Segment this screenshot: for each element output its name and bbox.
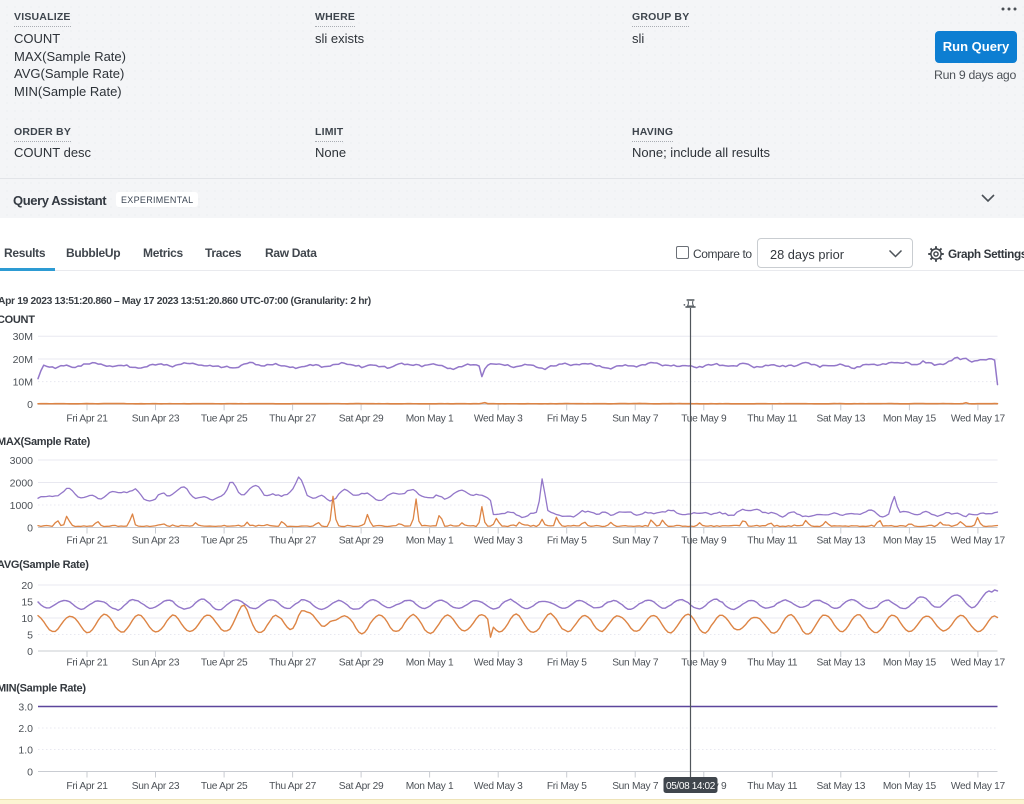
svg-text:Apr 19 2023 13:51:20.860 – May: Apr 19 2023 13:51:20.860 – May 17 2023 1…	[0, 296, 371, 307]
svg-text:Wed May 3: Wed May 3	[474, 536, 523, 547]
svg-text:MIN(Sample Rate): MIN(Sample Rate)	[0, 683, 86, 695]
svg-text:Fri Apr 21: Fri Apr 21	[66, 414, 108, 425]
svg-text:Fri May 5: Fri May 5	[547, 414, 587, 425]
svg-text:Sat May 13: Sat May 13	[817, 658, 866, 669]
svg-text:10: 10	[21, 613, 33, 625]
svg-text:Thu Apr 27: Thu Apr 27	[269, 658, 316, 669]
svg-text:AVG(Sample Rate): AVG(Sample Rate)	[0, 559, 89, 571]
svg-text:Tue Apr 25: Tue Apr 25	[201, 781, 248, 792]
svg-text:Sat Apr 29: Sat Apr 29	[339, 536, 384, 547]
svg-text:Mon May 1: Mon May 1	[406, 536, 454, 547]
svg-text:Thu May 11: Thu May 11	[747, 414, 798, 425]
svg-text:Thu Apr 27: Thu Apr 27	[269, 781, 316, 792]
svg-text:Tue May 9: Tue May 9	[681, 658, 727, 669]
svg-text:MAX(Sample Rate): MAX(Sample Rate)	[0, 436, 91, 448]
svg-text:0: 0	[27, 646, 33, 658]
svg-text:2000: 2000	[10, 477, 34, 489]
svg-text:Sat May 13: Sat May 13	[817, 781, 866, 792]
svg-text:Tue May 9: Tue May 9	[681, 536, 727, 547]
svg-text:Sat Apr 29: Sat Apr 29	[339, 781, 384, 792]
svg-text:30M: 30M	[13, 331, 33, 343]
svg-text:5: 5	[27, 629, 33, 641]
svg-text:Sun May 7: Sun May 7	[612, 781, 659, 792]
svg-text:Fri May 5: Fri May 5	[547, 536, 587, 547]
svg-text:1000: 1000	[10, 500, 34, 512]
svg-text:Mon May 1: Mon May 1	[406, 414, 454, 425]
svg-text:0: 0	[27, 399, 33, 411]
svg-text:0: 0	[27, 766, 33, 778]
svg-text:Sun Apr 23: Sun Apr 23	[132, 536, 180, 547]
svg-text:Sat May 13: Sat May 13	[817, 414, 866, 425]
svg-text:0: 0	[27, 522, 33, 534]
svg-text:Tue Apr 25: Tue Apr 25	[201, 536, 248, 547]
svg-text:Fri Apr 21: Fri Apr 21	[66, 781, 108, 792]
svg-text:20: 20	[21, 580, 33, 592]
svg-text:Sat Apr 29: Sat Apr 29	[339, 658, 384, 669]
svg-text:Sun Apr 23: Sun Apr 23	[132, 781, 180, 792]
svg-text:Wed May 3: Wed May 3	[474, 658, 523, 669]
svg-text:10M: 10M	[13, 376, 33, 388]
svg-text:Wed May 3: Wed May 3	[474, 781, 523, 792]
svg-text:05/08 14:02: 05/08 14:02	[666, 781, 716, 792]
svg-text:Wed May 3: Wed May 3	[474, 414, 523, 425]
svg-text:Mon May 15: Mon May 15	[883, 658, 937, 669]
svg-text:Mon May 15: Mon May 15	[883, 536, 937, 547]
svg-text:Fri Apr 21: Fri Apr 21	[66, 658, 108, 669]
svg-text:3.0: 3.0	[18, 701, 33, 713]
svg-text:Wed May 17: Wed May 17	[951, 781, 1006, 792]
svg-text:Thu May 11: Thu May 11	[747, 536, 798, 547]
svg-text:Thu Apr 27: Thu Apr 27	[269, 414, 316, 425]
svg-text:15: 15	[21, 596, 33, 608]
svg-text:Sun May 7: Sun May 7	[612, 536, 659, 547]
svg-text:Tue May 9: Tue May 9	[681, 414, 727, 425]
svg-text:Tue Apr 25: Tue Apr 25	[201, 414, 248, 425]
svg-text:Sun May 7: Sun May 7	[612, 658, 659, 669]
svg-text:Wed May 17: Wed May 17	[951, 658, 1006, 669]
svg-text:Wed May 17: Wed May 17	[951, 536, 1006, 547]
svg-text:Fri May 5: Fri May 5	[547, 781, 587, 792]
svg-text:Mon May 1: Mon May 1	[406, 781, 454, 792]
svg-text:Thu Apr 27: Thu Apr 27	[269, 536, 316, 547]
svg-text:Sun Apr 23: Sun Apr 23	[132, 658, 180, 669]
svg-text:Sun May 7: Sun May 7	[612, 414, 659, 425]
svg-text:Sun Apr 23: Sun Apr 23	[132, 414, 180, 425]
svg-text:3000: 3000	[10, 455, 34, 467]
svg-text:Fri May 5: Fri May 5	[547, 658, 587, 669]
svg-text:20M: 20M	[13, 354, 33, 366]
svg-text:Sat May 13: Sat May 13	[817, 536, 866, 547]
svg-text:Mon May 15: Mon May 15	[883, 781, 937, 792]
svg-text:2.0: 2.0	[18, 723, 33, 735]
svg-text:COUNT: COUNT	[0, 314, 35, 326]
svg-text:1.0: 1.0	[18, 744, 33, 756]
svg-text:Sat Apr 29: Sat Apr 29	[339, 414, 384, 425]
svg-text:Mon May 15: Mon May 15	[883, 414, 937, 425]
svg-text:Tue Apr 25: Tue Apr 25	[201, 658, 248, 669]
svg-text:Thu May 11: Thu May 11	[747, 781, 798, 792]
svg-text:Fri Apr 21: Fri Apr 21	[66, 536, 108, 547]
svg-text:Mon May 1: Mon May 1	[406, 658, 454, 669]
svg-text:Wed May 17: Wed May 17	[951, 414, 1006, 425]
svg-text:Thu May 11: Thu May 11	[747, 658, 798, 669]
